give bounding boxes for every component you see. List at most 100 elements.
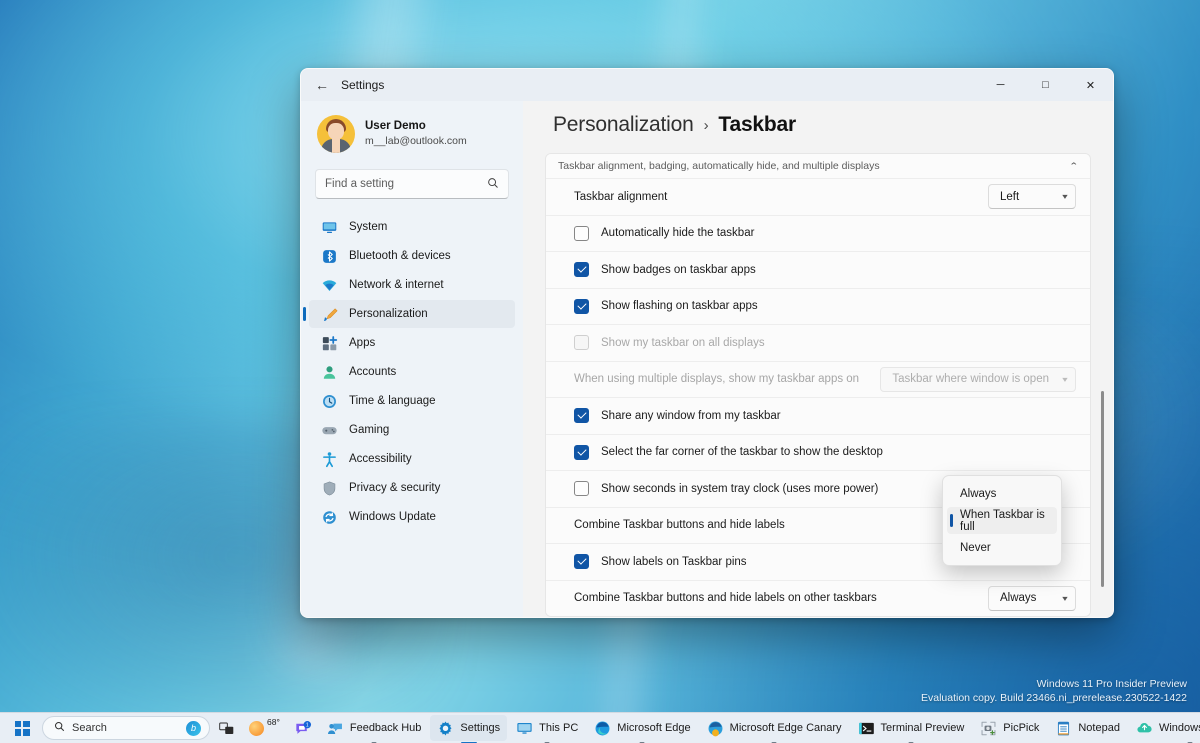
- taskbar-app-label: PicPick: [1003, 722, 1039, 734]
- checkbox-label: Show labels on Taskbar pins: [601, 556, 747, 568]
- taskbar-app-this-pc[interactable]: This PC: [509, 715, 585, 741]
- taskview-button[interactable]: [211, 715, 242, 741]
- window-titlebar: ← Settings ─ □ ✕: [301, 69, 1113, 101]
- this-pc-icon: [516, 720, 533, 737]
- taskbar-search-box[interactable]: Search b: [42, 716, 210, 740]
- copilot-icon[interactable]: b: [186, 721, 201, 736]
- feedback-hub-icon: [327, 720, 344, 737]
- chevron-down-icon: ▾: [1062, 375, 1067, 384]
- flyout-option-never[interactable]: Never: [947, 534, 1057, 561]
- maximize-button[interactable]: □: [1023, 69, 1068, 101]
- search-icon: [54, 721, 65, 735]
- checkbox-label: Automatically hide the taskbar: [601, 227, 754, 239]
- minimize-button[interactable]: ─: [978, 69, 1023, 101]
- flyout-option-always[interactable]: Always: [947, 480, 1057, 507]
- sidebar-item-system[interactable]: System: [309, 213, 515, 241]
- search-icon: [487, 177, 499, 192]
- sidebar-item-accessibility[interactable]: Accessibility: [309, 445, 515, 473]
- sidebar-item-apps[interactable]: Apps: [309, 329, 515, 357]
- time-icon: [321, 393, 338, 410]
- edge-icon: [594, 720, 611, 737]
- row-auto-hide-taskbar[interactable]: Automatically hide the taskbar: [546, 215, 1090, 252]
- start-button[interactable]: [8, 715, 36, 741]
- checkbox-label: Show flashing on taskbar apps: [601, 300, 758, 312]
- sidebar-item-bluetooth-devices[interactable]: Bluetooth & devices: [309, 242, 515, 270]
- profile-email: m__lab@outlook.com: [365, 134, 467, 149]
- close-button[interactable]: ✕: [1068, 69, 1113, 101]
- apps-icon: [321, 335, 338, 352]
- sidebar-item-label: Apps: [349, 337, 375, 349]
- row-label: Taskbar alignment: [574, 191, 976, 203]
- edge-canary-icon: [707, 720, 724, 737]
- scrollbar-thumb[interactable]: [1101, 391, 1104, 587]
- row-far-corner-show-desktop[interactable]: Select the far corner of the taskbar to …: [546, 434, 1090, 471]
- taskbar-app-terminal-preview[interactable]: Terminal Preview: [851, 715, 972, 741]
- taskbar-app-picpick[interactable]: PicPick: [973, 715, 1046, 741]
- checkbox[interactable]: [574, 299, 589, 314]
- bluetooth-icon: [321, 248, 338, 265]
- taskbar-alignment-dropdown[interactable]: Left ▾: [988, 184, 1076, 209]
- settings-window: ← Settings ─ □ ✕ User Demo m__lab@outloo…: [300, 68, 1114, 618]
- sidebar-item-personalization[interactable]: Personalization: [309, 300, 515, 328]
- sidebar-item-privacy-security[interactable]: Privacy & security: [309, 474, 515, 502]
- window-controls: ─ □ ✕: [978, 69, 1113, 101]
- dropdown-value: Left: [1000, 191, 1019, 203]
- checkbox[interactable]: [574, 262, 589, 277]
- checkbox[interactable]: [574, 554, 589, 569]
- sidebar-item-accounts[interactable]: Accounts: [309, 358, 515, 386]
- checkbox[interactable]: [574, 481, 589, 496]
- checkbox-label: Share any window from my taskbar: [601, 410, 781, 422]
- search-input[interactable]: [325, 178, 487, 190]
- terminal-icon: [858, 720, 875, 737]
- row-multiple-displays-apps: When using multiple displays, show my ta…: [546, 361, 1090, 398]
- taskbar-app-microsoft-edge-canary[interactable]: Microsoft Edge Canary: [700, 715, 849, 741]
- sidebar-item-network-internet[interactable]: Network & internet: [309, 271, 515, 299]
- picpick-icon: [980, 720, 997, 737]
- taskbar-app-microsoft-edge[interactable]: Microsoft Edge: [587, 715, 697, 741]
- back-button[interactable]: ←: [307, 72, 337, 98]
- row-combine-other-taskbars: Combine Taskbar buttons and hide labels …: [546, 580, 1090, 617]
- taskbar-app-chat[interactable]: 1: [287, 715, 318, 741]
- taskbar-app-notepad[interactable]: Notepad: [1048, 715, 1127, 741]
- gaming-icon: [321, 422, 338, 439]
- taskbar-app-feedback-hub[interactable]: Feedback Hub: [320, 715, 429, 741]
- taskbar-app-label: Notepad: [1078, 722, 1120, 734]
- sidebar-item-time-language[interactable]: Time & language: [309, 387, 515, 415]
- system-icon: [321, 219, 338, 236]
- task-view-icon: [218, 720, 235, 737]
- weather-temperature: 68°: [267, 717, 280, 727]
- sidebar-item-windows-update[interactable]: Windows Update: [309, 503, 515, 531]
- taskbar-app-settings[interactable]: Settings: [430, 715, 507, 741]
- windows-evaluation-watermark: Windows 11 Pro Insider Preview Evaluatio…: [921, 677, 1187, 705]
- windows-taskbar: Search b 68° 1 Feedback Hub: [0, 712, 1200, 743]
- row-share-any-window[interactable]: Share any window from my taskbar: [546, 397, 1090, 434]
- combine-other-taskbars-dropdown[interactable]: Always ▾: [988, 586, 1076, 611]
- weather-widget-button[interactable]: 68°: [243, 715, 286, 741]
- watermark-line-1: Windows 11 Pro Insider Preview: [921, 677, 1187, 691]
- sun-icon: [249, 721, 264, 736]
- scrollbar[interactable]: [1097, 153, 1107, 617]
- page-title: Taskbar: [718, 113, 796, 137]
- card-summary-row[interactable]: Taskbar alignment, badging, automaticall…: [546, 154, 1090, 178]
- checkbox-label: Show my taskbar on all displays: [601, 337, 765, 349]
- row-label: Combine Taskbar buttons and hide labels …: [574, 592, 976, 604]
- taskbar-app-label: Feedback Hub: [350, 722, 422, 734]
- checkbox[interactable]: [574, 226, 589, 241]
- row-show-badges[interactable]: Show badges on taskbar apps: [546, 251, 1090, 288]
- checkbox-label: Select the far corner of the taskbar to …: [601, 446, 883, 458]
- avatar: [317, 115, 355, 153]
- user-profile[interactable]: User Demo m__lab@outlook.com: [309, 101, 515, 169]
- find-a-setting-box[interactable]: [315, 169, 509, 199]
- chevron-up-icon[interactable]: ⌃: [1069, 161, 1079, 172]
- row-show-flashing[interactable]: Show flashing on taskbar apps: [546, 288, 1090, 325]
- taskbar-app-windows-backup[interactable]: Windows Backup: [1129, 715, 1200, 741]
- profile-name: User Demo: [365, 119, 467, 134]
- accessibility-icon: [321, 451, 338, 468]
- checkbox[interactable]: [574, 408, 589, 423]
- sidebar-item-gaming[interactable]: Gaming: [309, 416, 515, 444]
- card-summary-text: Taskbar alignment, badging, automaticall…: [558, 160, 880, 172]
- breadcrumb-parent[interactable]: Personalization: [553, 113, 694, 137]
- window-title: Settings: [341, 78, 384, 92]
- checkbox[interactable]: [574, 445, 589, 460]
- flyout-option-when-taskbar-is-full[interactable]: When Taskbar is full: [947, 507, 1057, 534]
